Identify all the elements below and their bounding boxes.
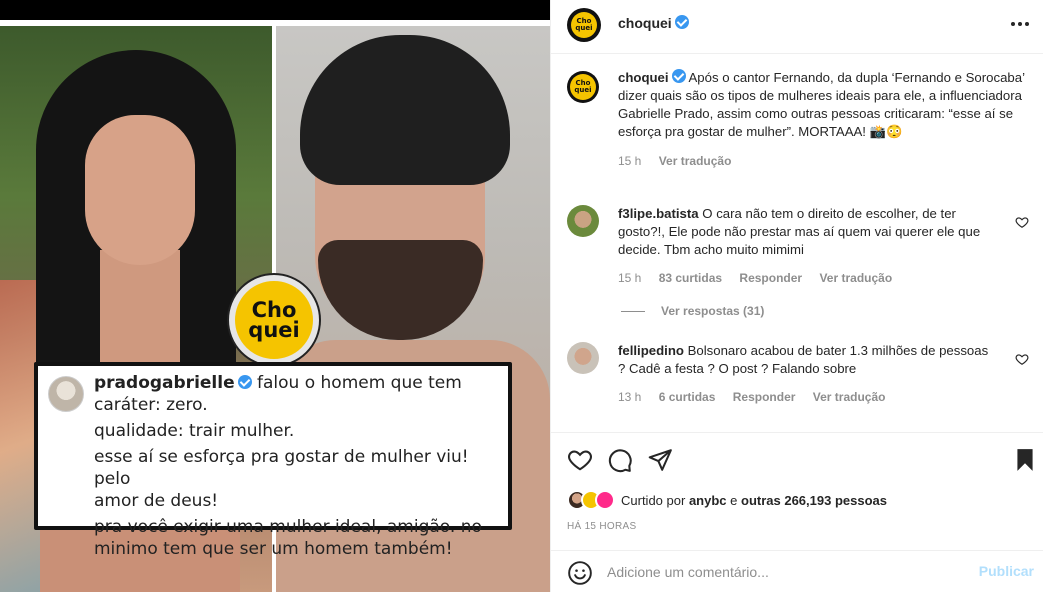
comment-card-username: pradogabrielle: [94, 373, 235, 393]
caption-avatar-logo: Cho quei: [570, 74, 596, 100]
likes-summary: Curtido por anybc e outras 266,193 pesso…: [567, 490, 887, 510]
caption-body: choquei Após o cantor Fernando, da dupla…: [618, 69, 1033, 170]
reply-button[interactable]: Responder: [733, 390, 796, 404]
author-username: choquei: [618, 15, 672, 31]
choquei-logo-badge: Cho quei: [229, 275, 319, 365]
comment-body: f3lipe.batista O cara não tem o direito …: [618, 205, 994, 287]
comment-card-line-4: esse aí se esforça pra gostar de mulher …: [94, 447, 469, 489]
comment-card-avatar: [48, 376, 84, 412]
logo-text-bottom: quei: [248, 318, 300, 342]
comment-likes[interactable]: 6 curtidas: [659, 390, 716, 404]
comment-card-line-7: minimo tem que ser um homem também!: [94, 539, 453, 559]
author-avatar[interactable]: Cho quei: [567, 8, 601, 42]
commenter-avatar[interactable]: [567, 342, 599, 374]
comments-section[interactable]: Cho quei choquei Após o cantor Fernando,…: [551, 55, 1043, 429]
author-username-link[interactable]: choquei: [618, 15, 689, 31]
send-icon[interactable]: [647, 447, 673, 473]
view-replies-button[interactable]: Ver respostas (31): [621, 304, 764, 318]
verified-badge-icon: [237, 375, 252, 389]
publish-button[interactable]: Publicar: [979, 563, 1034, 579]
caption-time[interactable]: 15 h: [618, 154, 641, 168]
heart-icon[interactable]: [567, 447, 593, 473]
replies-dash: [621, 310, 645, 312]
likes-joiner: e: [730, 492, 738, 508]
commenter-avatar[interactable]: [567, 205, 599, 237]
add-comment-bar: Publicar: [551, 550, 1043, 592]
photo-woman-neck: [100, 250, 180, 370]
post-sidebar: Cho quei choquei Cho quei choquei Após o…: [550, 0, 1043, 592]
liker-avatar[interactable]: [595, 490, 615, 510]
post-header: Cho quei choquei: [551, 0, 1043, 54]
logo-text-top: Cho: [251, 298, 297, 322]
likes-prefix: Curtido por: [621, 492, 686, 508]
emoji-icon[interactable]: [567, 560, 593, 586]
likes-user[interactable]: anybc: [689, 493, 727, 508]
caption-meta: 15 h Ver tradução: [618, 152, 1033, 170]
comment-meta: 15 h 83 curtidas Responder Ver tradução: [618, 269, 994, 287]
verified-badge-icon: [671, 69, 686, 83]
comment-translate[interactable]: Ver tradução: [819, 271, 892, 285]
comment-card-line-3: qualidade: trair mulher.: [94, 421, 295, 441]
view-replies-label: Ver respostas (31): [661, 304, 765, 318]
comment-icon[interactable]: [607, 447, 633, 473]
comment-likes[interactable]: 83 curtidas: [659, 271, 722, 285]
caption-username[interactable]: choquei: [618, 70, 669, 85]
bookmark-icon[interactable]: [1012, 447, 1038, 473]
post-timestamp[interactable]: HÁ 15 HORAS: [567, 521, 636, 532]
comment-time[interactable]: 13 h: [618, 390, 641, 404]
commenter-username[interactable]: f3lipe.batista: [618, 206, 699, 221]
comment-like-heart-icon[interactable]: [1015, 352, 1029, 366]
comment-translate[interactable]: Ver tradução: [813, 390, 886, 404]
caption-translate[interactable]: Ver tradução: [659, 154, 732, 168]
comment-card-line1-text: falou o homem que tem: [257, 373, 462, 393]
comment-like-heart-icon[interactable]: [1015, 215, 1029, 229]
post-media[interactable]: Cho quei pradogabrielle falou o homem qu…: [0, 0, 550, 592]
comment-card-line-2: caráter: zero.: [94, 395, 208, 415]
comment-card-line-5: amor de deus!: [94, 491, 219, 511]
reply-button[interactable]: Responder: [739, 271, 802, 285]
screenshot-comment-card: pradogabrielle falou o homem que tem car…: [34, 362, 512, 559]
comment-card-line-1: pradogabrielle falou o homem que tem: [94, 372, 498, 394]
comment-body: fellipedino Bolsonaro acabou de bater 1.…: [618, 342, 994, 406]
likes-others[interactable]: outras 266,193 pessoas: [741, 493, 887, 508]
comment-card-line-6: pra você exigir uma mulher ideal, amigão…: [94, 517, 482, 537]
likers-avatars: [567, 490, 615, 510]
author-avatar-logo: Cho quei: [571, 12, 597, 38]
caption-avatar[interactable]: Cho quei: [567, 71, 599, 103]
more-horizontal-icon[interactable]: [1008, 12, 1032, 36]
verified-badge-icon: [674, 15, 689, 29]
commenter-username[interactable]: fellipedino: [618, 343, 684, 358]
comment-meta: 13 h 6 curtidas Responder Ver tradução: [618, 388, 994, 406]
post-actions: Curtido por anybc e outras 266,193 pesso…: [551, 432, 1043, 550]
comment-input[interactable]: [607, 561, 967, 583]
comment-time[interactable]: 15 h: [618, 271, 641, 285]
photo-woman-face: [85, 115, 195, 265]
